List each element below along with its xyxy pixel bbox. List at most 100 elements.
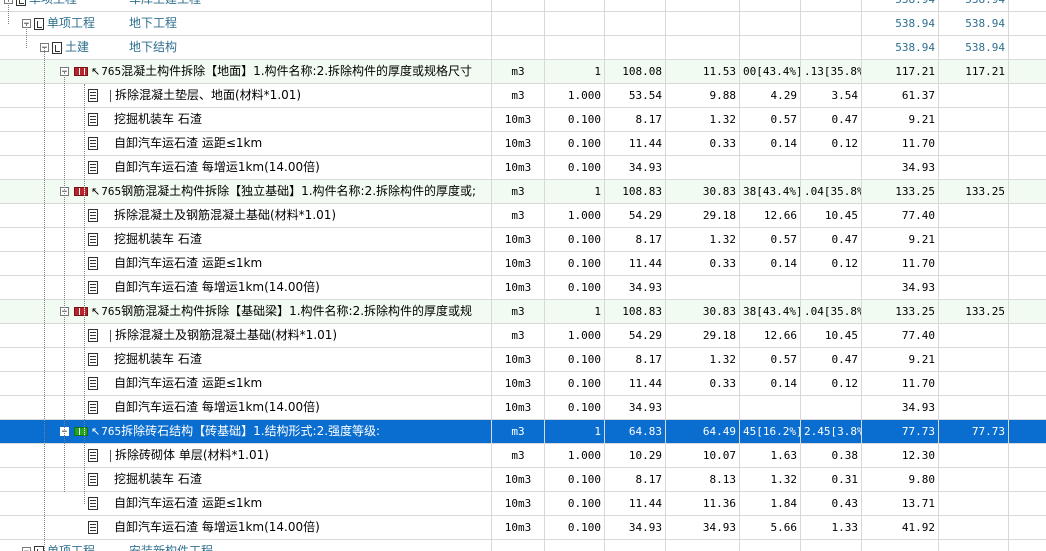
fee2-cell[interactable]: 1.63 xyxy=(740,444,801,467)
fee1-cell[interactable]: 8.13 xyxy=(666,468,740,491)
sub-row[interactable]: 自卸汽车运石渣 每增运1km(14.00倍) 10m3 0.100 34.93 34.9… xyxy=(0,156,1046,180)
unit-cell[interactable]: 10m3 xyxy=(492,108,545,131)
unit-cell[interactable] xyxy=(492,540,545,551)
fee3-cell[interactable]: 10.45 xyxy=(801,204,862,227)
subtotal-cell[interactable]: 538.94 xyxy=(939,0,1009,11)
unit-price-cell[interactable]: 108.08 xyxy=(605,60,666,83)
fee2-cell[interactable] xyxy=(740,156,801,179)
fee3-cell[interactable] xyxy=(801,540,862,551)
tree-node-row[interactable]: − 土建 地下结构 538.94 538.94 xyxy=(0,36,1046,60)
sub-row[interactable]: 拆除混凝土垫层、地面(材料*1.01) m3 1.000 53.54 9.88 4.29 3… xyxy=(0,84,1046,108)
subtotal-cell[interactable] xyxy=(939,372,1009,395)
fee1-cell[interactable]: 11.53 xyxy=(666,60,740,83)
tree-node-row[interactable]: −单项工程车库土建工程 538.94538.94 xyxy=(0,0,1046,12)
quantity-cell[interactable]: 0.100 xyxy=(545,252,605,275)
quantity-cell[interactable] xyxy=(545,540,605,551)
fee3-cell[interactable] xyxy=(801,156,862,179)
fee3-cell[interactable]: .04[35.8%] xyxy=(801,300,862,323)
fee3-cell[interactable]: 0.47 xyxy=(801,108,862,131)
unit-cell[interactable]: m3 xyxy=(492,420,545,443)
total-cell[interactable]: 133.25 xyxy=(862,180,939,203)
fee3-cell[interactable] xyxy=(801,36,862,59)
quantity-cell[interactable]: 0.100 xyxy=(545,372,605,395)
fee2-cell[interactable]: 0.14 xyxy=(740,132,801,155)
sub-row[interactable]: 自卸汽车运石渣 运距≤1km 10m3 0.100 11.44 0.33 0.14 0.12… xyxy=(0,252,1046,276)
estimate-tree-grid[interactable]: −单项工程车库土建工程538.94538.94−单项工程地下工程538.9453… xyxy=(0,0,1046,551)
total-cell[interactable]: 34.93 xyxy=(862,396,939,419)
fee1-cell[interactable]: 30.83 xyxy=(666,300,740,323)
fee1-cell[interactable]: 29.18 xyxy=(666,324,740,347)
total-cell[interactable]: 538.94 xyxy=(862,36,939,59)
fee1-cell[interactable]: 0.33 xyxy=(666,372,740,395)
fee2-cell[interactable]: 1.84 xyxy=(740,492,801,515)
quantity-cell[interactable]: 0.100 xyxy=(545,492,605,515)
quantity-cell[interactable]: 1.000 xyxy=(545,84,605,107)
unit-price-cell[interactable] xyxy=(605,36,666,59)
quantity-cell[interactable] xyxy=(545,36,605,59)
fee1-cell[interactable]: 1.32 xyxy=(666,228,740,251)
total-cell[interactable]: 34.93 xyxy=(862,276,939,299)
item-row[interactable]: − ↖ 765 混凝土构件拆除【地面】1.构件名称:2.拆除构件的厚度或规格尺寸 m3 1… xyxy=(0,60,1046,84)
unit-price-cell[interactable] xyxy=(605,540,666,551)
unit-cell[interactable]: 10m3 xyxy=(492,156,545,179)
fee3-cell[interactable]: 1.33 xyxy=(801,516,862,539)
fee1-cell[interactable] xyxy=(666,276,740,299)
unit-price-cell[interactable]: 54.29 xyxy=(605,324,666,347)
subtotal-cell[interactable] xyxy=(939,324,1009,347)
unit-price-cell[interactable]: 10.29 xyxy=(605,444,666,467)
subtotal-cell[interactable] xyxy=(939,252,1009,275)
unit-cell[interactable]: 10m3 xyxy=(492,372,545,395)
fee2-cell[interactable]: 45[16.2%] xyxy=(740,420,801,443)
fee2-cell[interactable]: 38[43.4%] xyxy=(740,300,801,323)
unit-price-cell[interactable]: 64.83 xyxy=(605,420,666,443)
fee2-cell[interactable]: 0.57 xyxy=(740,348,801,371)
fee1-cell[interactable]: 1.32 xyxy=(666,348,740,371)
unit-price-cell[interactable]: 8.17 xyxy=(605,348,666,371)
fee3-cell[interactable]: 0.12 xyxy=(801,132,862,155)
fee2-cell[interactable]: 0.57 xyxy=(740,228,801,251)
subtotal-cell[interactable] xyxy=(939,348,1009,371)
sub-row[interactable]: 拆除混凝土及钢筋混凝土基础(材料*1.01) m3 1.000 54.29 29.18 1… xyxy=(0,324,1046,348)
quantity-cell[interactable]: 0.100 xyxy=(545,276,605,299)
sub-row[interactable]: 拆除砖砌体 单层(材料*1.01) m3 1.000 10.29 10.07 1.63 0.… xyxy=(0,444,1046,468)
quantity-cell[interactable]: 1 xyxy=(545,60,605,83)
unit-price-cell[interactable] xyxy=(605,0,666,11)
quantity-cell[interactable] xyxy=(545,0,605,11)
total-cell[interactable]: 9.21 xyxy=(862,348,939,371)
unit-cell[interactable]: 10m3 xyxy=(492,516,545,539)
total-cell[interactable]: 11.70 xyxy=(862,372,939,395)
unit-price-cell[interactable] xyxy=(605,12,666,35)
fee3-cell[interactable]: 0.38 xyxy=(801,444,862,467)
unit-cell[interactable]: 10m3 xyxy=(492,132,545,155)
subtotal-cell[interactable] xyxy=(939,84,1009,107)
quantity-cell[interactable]: 0.100 xyxy=(545,132,605,155)
subtotal-cell[interactable] xyxy=(939,444,1009,467)
tree-node-row[interactable]: − 单项工程 地下工程 538.94 538.94 xyxy=(0,12,1046,36)
fee2-cell[interactable]: 0.14 xyxy=(740,372,801,395)
unit-price-cell[interactable]: 53.54 xyxy=(605,84,666,107)
fee1-cell[interactable] xyxy=(666,156,740,179)
unit-price-cell[interactable]: 54.29 xyxy=(605,204,666,227)
unit-price-cell[interactable]: 34.93 xyxy=(605,156,666,179)
unit-cell[interactable]: 10m3 xyxy=(492,276,545,299)
sub-row[interactable]: 自卸汽车运石渣 运距≤1km 10m3 0.100 11.44 11.36 1.84 0.4… xyxy=(0,492,1046,516)
fee3-cell[interactable]: 2.45[3.8%] xyxy=(801,420,862,443)
subtotal-cell[interactable] xyxy=(939,108,1009,131)
sub-row[interactable]: 自卸汽车运石渣 每增运1km(14.00倍) 10m3 0.100 34.93 34.9… xyxy=(0,516,1046,540)
unit-cell[interactable]: m3 xyxy=(492,204,545,227)
fee1-cell[interactable]: 10.07 xyxy=(666,444,740,467)
sub-row[interactable]: 挖掘机装车 石渣 10m3 0.100 8.17 1.32 0.57 0.47 9.21 xyxy=(0,348,1046,372)
fee3-cell[interactable]: 10.45 xyxy=(801,324,862,347)
unit-price-cell[interactable]: 108.83 xyxy=(605,180,666,203)
sub-row[interactable]: 自卸汽车运石渣 每增运1km(14.00倍) 10m3 0.100 34.93 34.9… xyxy=(0,396,1046,420)
fee3-cell[interactable]: 0.43 xyxy=(801,492,862,515)
quantity-cell[interactable]: 1 xyxy=(545,180,605,203)
item-row[interactable]: − ↖ 765 拆除砖石结构【砖基础】1.结构形式:2.强度等级: m3 1 64.83 64… xyxy=(0,420,1046,444)
fee1-cell[interactable] xyxy=(666,0,740,11)
unit-price-cell[interactable]: 11.44 xyxy=(605,492,666,515)
unit-cell[interactable]: m3 xyxy=(492,300,545,323)
unit-price-cell[interactable]: 34.93 xyxy=(605,396,666,419)
fee2-cell[interactable]: 4.29 xyxy=(740,84,801,107)
fee1-cell[interactable] xyxy=(666,396,740,419)
fee1-cell[interactable]: 0.33 xyxy=(666,132,740,155)
